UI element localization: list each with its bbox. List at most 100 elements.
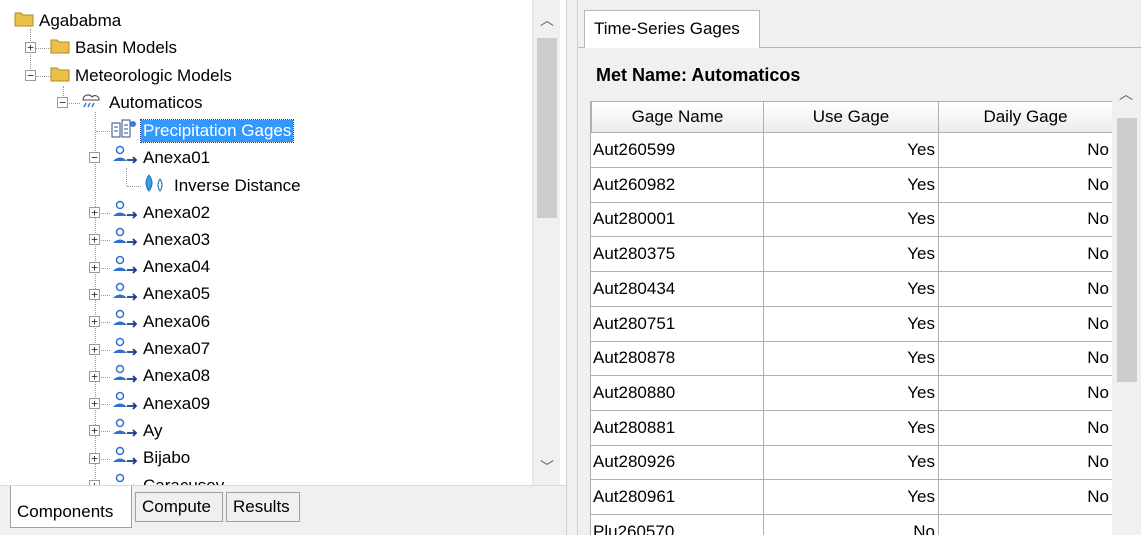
use-gage-cell[interactable]: Yes xyxy=(764,237,939,273)
gage-name-cell[interactable]: Aut280001 xyxy=(591,202,764,238)
table-row[interactable]: Aut280375 Yes No xyxy=(591,237,1112,273)
expand-subbasin-icon[interactable]: + xyxy=(89,207,100,218)
tree-node-subbasin[interactable]: Anexa06 xyxy=(110,308,212,335)
table-row[interactable]: Aut280880 Yes No xyxy=(591,375,1112,411)
tree-node-basin-models[interactable]: Basin Models xyxy=(50,34,179,61)
expand-subbasin-icon[interactable]: + xyxy=(89,398,100,410)
daily-gage-cell[interactable]: No xyxy=(939,376,1112,411)
scrollbar-thumb[interactable] xyxy=(537,38,557,218)
expand-subbasin-icon[interactable]: + xyxy=(89,370,100,382)
use-gage-cell[interactable]: Yes xyxy=(764,133,939,168)
use-gage-cell[interactable]: Yes xyxy=(764,410,939,446)
expand-subbasin-icon[interactable]: + xyxy=(89,316,100,328)
expand-subbasin-icon[interactable]: + xyxy=(89,261,100,273)
tab-results[interactable]: Results xyxy=(226,492,300,522)
pane-splitter[interactable] xyxy=(566,0,578,535)
tree-node-subbasin[interactable]: Anexa01 xyxy=(110,144,212,171)
daily-gage-cell[interactable]: No xyxy=(939,341,1112,377)
tab-compute[interactable]: Compute xyxy=(135,492,223,522)
subbasin-label: Anexa08 xyxy=(143,366,211,386)
gage-name-cell[interactable]: Aut280434 xyxy=(591,271,764,307)
tree-node-subbasin[interactable]: Anexa07 xyxy=(110,336,212,363)
tree-node-subbasin[interactable]: Ay xyxy=(110,417,165,444)
daily-gage-cell[interactable]: No xyxy=(939,272,1112,307)
scroll-down-icon[interactable]: ﹀ xyxy=(533,453,561,481)
tree-node-meteorologic-models[interactable]: Meteorologic Models xyxy=(50,62,234,89)
expand-subbasin-icon[interactable]: + xyxy=(89,234,100,246)
gage-name-cell[interactable]: Aut280881 xyxy=(591,410,764,446)
use-gage-cell[interactable]: No xyxy=(764,514,939,535)
column-header-use-gage[interactable]: Use Gage xyxy=(763,101,939,133)
gage-name-cell[interactable]: Aut280880 xyxy=(591,375,764,411)
daily-gage-cell[interactable]: No xyxy=(939,445,1112,481)
tree-node-subbasin[interactable]: Anexa03 xyxy=(110,226,212,253)
table-row[interactable]: Aut260982 Yes No xyxy=(591,167,1112,203)
tree-node-subbasin[interactable]: Caracusey xyxy=(110,472,226,485)
gage-name-cell[interactable]: Aut260599 xyxy=(591,133,764,168)
daily-gage-cell[interactable]: No xyxy=(939,202,1112,238)
tree-node-precipitation-gages[interactable]: Precipitation Gages xyxy=(110,117,295,144)
table-scrollbar[interactable]: ︿ xyxy=(1112,80,1141,487)
use-gage-cell[interactable]: Yes xyxy=(764,271,939,307)
gage-name-cell[interactable]: Aut260982 xyxy=(591,167,764,203)
use-gage-cell[interactable]: Yes xyxy=(764,375,939,411)
column-header-daily-gage[interactable]: Daily Gage xyxy=(938,101,1112,133)
table-row[interactable]: Plu260570 No xyxy=(591,514,1112,535)
daily-gage-cell[interactable]: No xyxy=(939,411,1112,446)
gage-name-cell[interactable]: Aut280926 xyxy=(591,445,764,481)
tree-node-met-model[interactable]: Automaticos xyxy=(78,89,205,116)
table-row[interactable]: Aut260599 Yes No xyxy=(591,133,1112,168)
tab-time-series-gages[interactable]: Time-Series Gages xyxy=(584,10,760,49)
tree-node-subbasin[interactable]: Anexa02 xyxy=(110,199,212,226)
tree-node-subbasin[interactable]: Anexa09 xyxy=(110,390,212,417)
tree-scrollbar[interactable]: ︿ ﹀ xyxy=(532,0,560,485)
daily-gage-cell[interactable]: No xyxy=(939,480,1112,515)
daily-gage-cell[interactable]: No xyxy=(939,307,1112,342)
tab-components[interactable]: Components xyxy=(10,486,132,528)
table-row[interactable]: Aut280434 Yes No xyxy=(591,271,1112,307)
expand-subbasin-icon[interactable]: + xyxy=(89,343,100,355)
collapse-subbasin-icon[interactable]: − xyxy=(89,152,100,163)
scroll-up-icon[interactable]: ︿ xyxy=(1112,80,1140,108)
use-gage-cell[interactable]: Yes xyxy=(764,480,939,515)
tree-node-subbasin[interactable]: Bijabo xyxy=(110,445,192,472)
expand-subbasin-icon[interactable]: + xyxy=(89,288,100,300)
gage-name-cell[interactable]: Aut280375 xyxy=(591,237,764,273)
use-gage-cell[interactable]: Yes xyxy=(764,445,939,481)
table-row[interactable]: Aut280878 Yes No xyxy=(591,341,1112,377)
column-header-gage-name[interactable]: Gage Name xyxy=(591,101,764,133)
tree-node-inverse-distance[interactable]: Inverse Distance xyxy=(141,172,303,199)
collapse-met-model-icon[interactable]: − xyxy=(57,97,68,108)
use-gage-cell[interactable]: Yes xyxy=(764,202,939,238)
tree-node-subbasin[interactable]: Anexa04 xyxy=(110,254,212,281)
folder-icon xyxy=(50,64,70,87)
subbasin-icon xyxy=(110,227,138,252)
collapse-meteorologic-models-icon[interactable]: − xyxy=(25,70,36,81)
tree-node-subbasin[interactable]: Anexa08 xyxy=(110,363,212,390)
expand-subbasin-icon[interactable]: + xyxy=(89,452,100,464)
gage-name-cell[interactable]: Plu260570 xyxy=(591,514,764,535)
daily-gage-cell[interactable]: No xyxy=(939,237,1112,273)
table-row[interactable]: Aut280751 Yes No xyxy=(591,306,1112,342)
component-editor: Time-Series Gages Met Name: Automaticos … xyxy=(578,0,1141,535)
tree-connector xyxy=(96,131,110,132)
use-gage-cell[interactable]: Yes xyxy=(764,306,939,342)
gage-name-cell[interactable]: Aut280751 xyxy=(591,306,764,342)
gage-name-cell[interactable]: Aut280961 xyxy=(591,480,764,515)
daily-gage-cell[interactable]: No xyxy=(939,133,1112,168)
table-row[interactable]: Aut280001 Yes No xyxy=(591,202,1112,238)
scroll-up-icon[interactable]: ︿ xyxy=(533,6,561,34)
use-gage-cell[interactable]: Yes xyxy=(764,167,939,203)
tree-node-subbasin[interactable]: Anexa05 xyxy=(110,281,212,308)
table-row[interactable]: Aut280961 Yes No xyxy=(591,480,1112,515)
expand-basin-models-icon[interactable]: + xyxy=(25,42,36,53)
component-tree[interactable]: Agababma + Basin Models − Meteorologic M… xyxy=(0,0,532,485)
daily-gage-cell[interactable]: No xyxy=(939,168,1112,203)
gage-name-cell[interactable]: Aut280878 xyxy=(591,341,764,377)
daily-gage-cell[interactable] xyxy=(939,515,1112,535)
scrollbar-thumb[interactable] xyxy=(1117,118,1137,382)
table-row[interactable]: Aut280881 Yes No xyxy=(591,410,1112,446)
use-gage-cell[interactable]: Yes xyxy=(764,341,939,377)
table-row[interactable]: Aut280926 Yes No xyxy=(591,445,1112,481)
expand-subbasin-icon[interactable]: + xyxy=(89,425,100,437)
